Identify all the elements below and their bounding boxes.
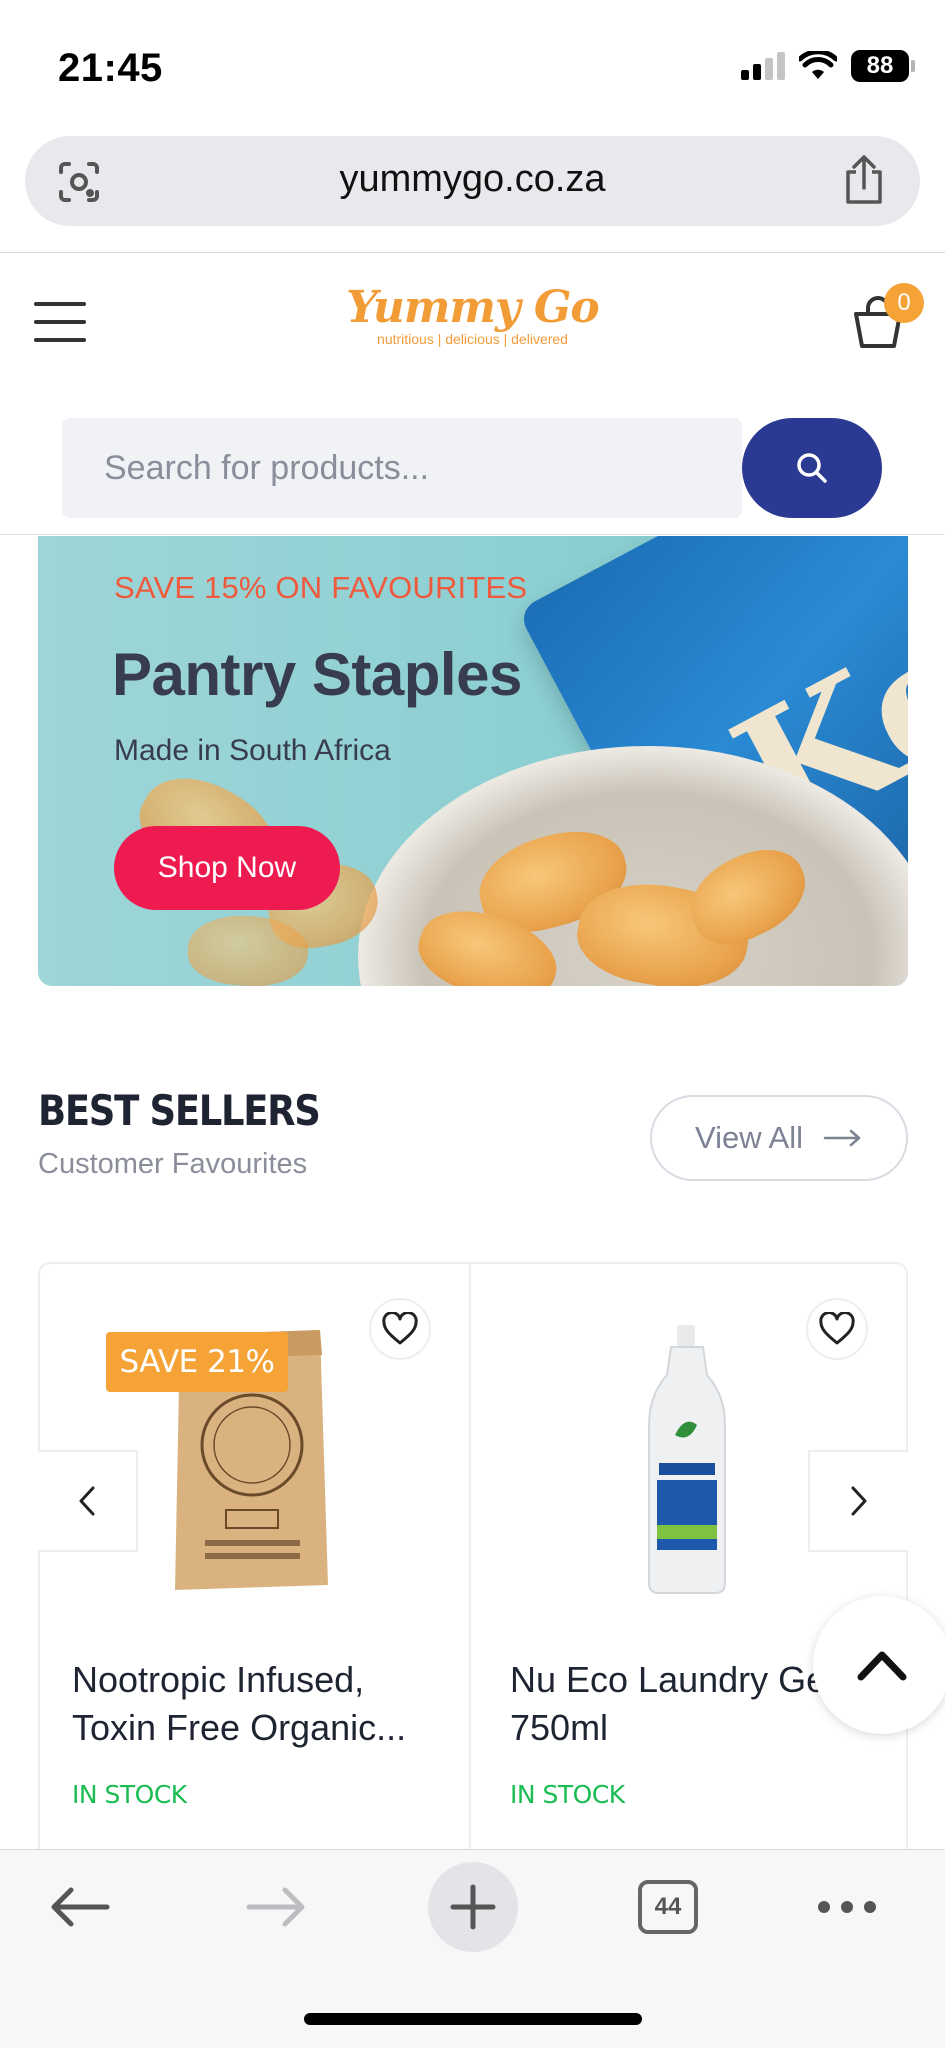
banner-eyebrow: SAVE 15% ON FAVOURITES <box>114 570 528 605</box>
forward-button[interactable] <box>236 1862 316 1952</box>
cart-count-badge: 0 <box>884 283 924 323</box>
laundry-gel-bottle-image[interactable] <box>645 1325 730 1595</box>
section-subtitle: Customer Favourites <box>38 1148 308 1180</box>
divider <box>0 252 945 253</box>
address-bar[interactable]: yummygo.co.za <box>25 136 920 226</box>
divider <box>469 1262 471 1862</box>
view-all-label: View All <box>695 1120 803 1155</box>
divider <box>0 534 945 535</box>
search-icon <box>797 453 827 483</box>
product-name[interactable]: Nootropic Infused, Toxin Free Organic... <box>72 1656 452 1752</box>
stock-status: IN STOCK <box>510 1780 625 1809</box>
site-logo[interactable]: Yummy Go nutritious | delicious | delive… <box>340 282 605 347</box>
more-icon <box>818 1901 876 1913</box>
wifi-icon <box>799 51 837 79</box>
cellular-signal-icon <box>741 52 785 80</box>
more-button[interactable] <box>812 1862 882 1952</box>
status-bar: 21:45 88 <box>0 0 945 130</box>
tab-count: 44 <box>638 1880 698 1934</box>
save-badge: SAVE 21% <box>106 1332 288 1392</box>
search-input[interactable] <box>62 418 742 518</box>
arrow-right-icon <box>823 1129 861 1147</box>
section-title: BEST SELLERS <box>38 1086 321 1135</box>
chevron-left-icon <box>79 1486 95 1516</box>
stock-status: IN STOCK <box>72 1780 187 1809</box>
logo-tagline: nutritious | delicious | delivered <box>377 331 568 347</box>
shop-now-button[interactable]: Shop Now <box>114 826 340 910</box>
heart-icon <box>382 1312 418 1345</box>
banner-subtitle: Made in South Africa <box>114 734 391 767</box>
wishlist-button[interactable] <box>806 1298 868 1360</box>
search-button[interactable] <box>742 418 882 518</box>
wishlist-button[interactable] <box>369 1298 431 1360</box>
chevron-up-icon <box>857 1651 907 1681</box>
tabs-button[interactable]: 44 <box>637 1862 699 1952</box>
banner-title: Pantry Staples <box>112 641 522 708</box>
carousel-prev-button[interactable] <box>38 1450 138 1552</box>
plus-icon <box>450 1884 496 1930</box>
status-icons: 88 <box>741 50 915 82</box>
forward-arrow-icon <box>246 1887 305 1927</box>
battery-level: 88 <box>851 50 909 82</box>
status-time: 21:45 <box>58 46 163 90</box>
carousel-next-button[interactable] <box>808 1450 908 1552</box>
url-text[interactable]: yummygo.co.za <box>25 158 920 201</box>
new-tab-button[interactable] <box>428 1862 518 1952</box>
menu-icon[interactable] <box>34 302 86 342</box>
promo-banner[interactable]: Ket SAVE 15% ON FAVOURITES Pantry Staple… <box>38 536 908 986</box>
heart-icon <box>819 1312 855 1345</box>
back-button[interactable] <box>40 1862 120 1952</box>
share-icon[interactable] <box>840 154 888 206</box>
view-all-button[interactable]: View All <box>650 1095 908 1181</box>
back-to-top-button[interactable] <box>813 1596 945 1734</box>
logo-name: Yummy Go <box>346 282 600 333</box>
chevron-right-icon <box>851 1486 867 1516</box>
back-arrow-icon <box>51 1887 110 1927</box>
battery-icon: 88 <box>851 50 915 82</box>
home-indicator <box>304 2013 642 2025</box>
